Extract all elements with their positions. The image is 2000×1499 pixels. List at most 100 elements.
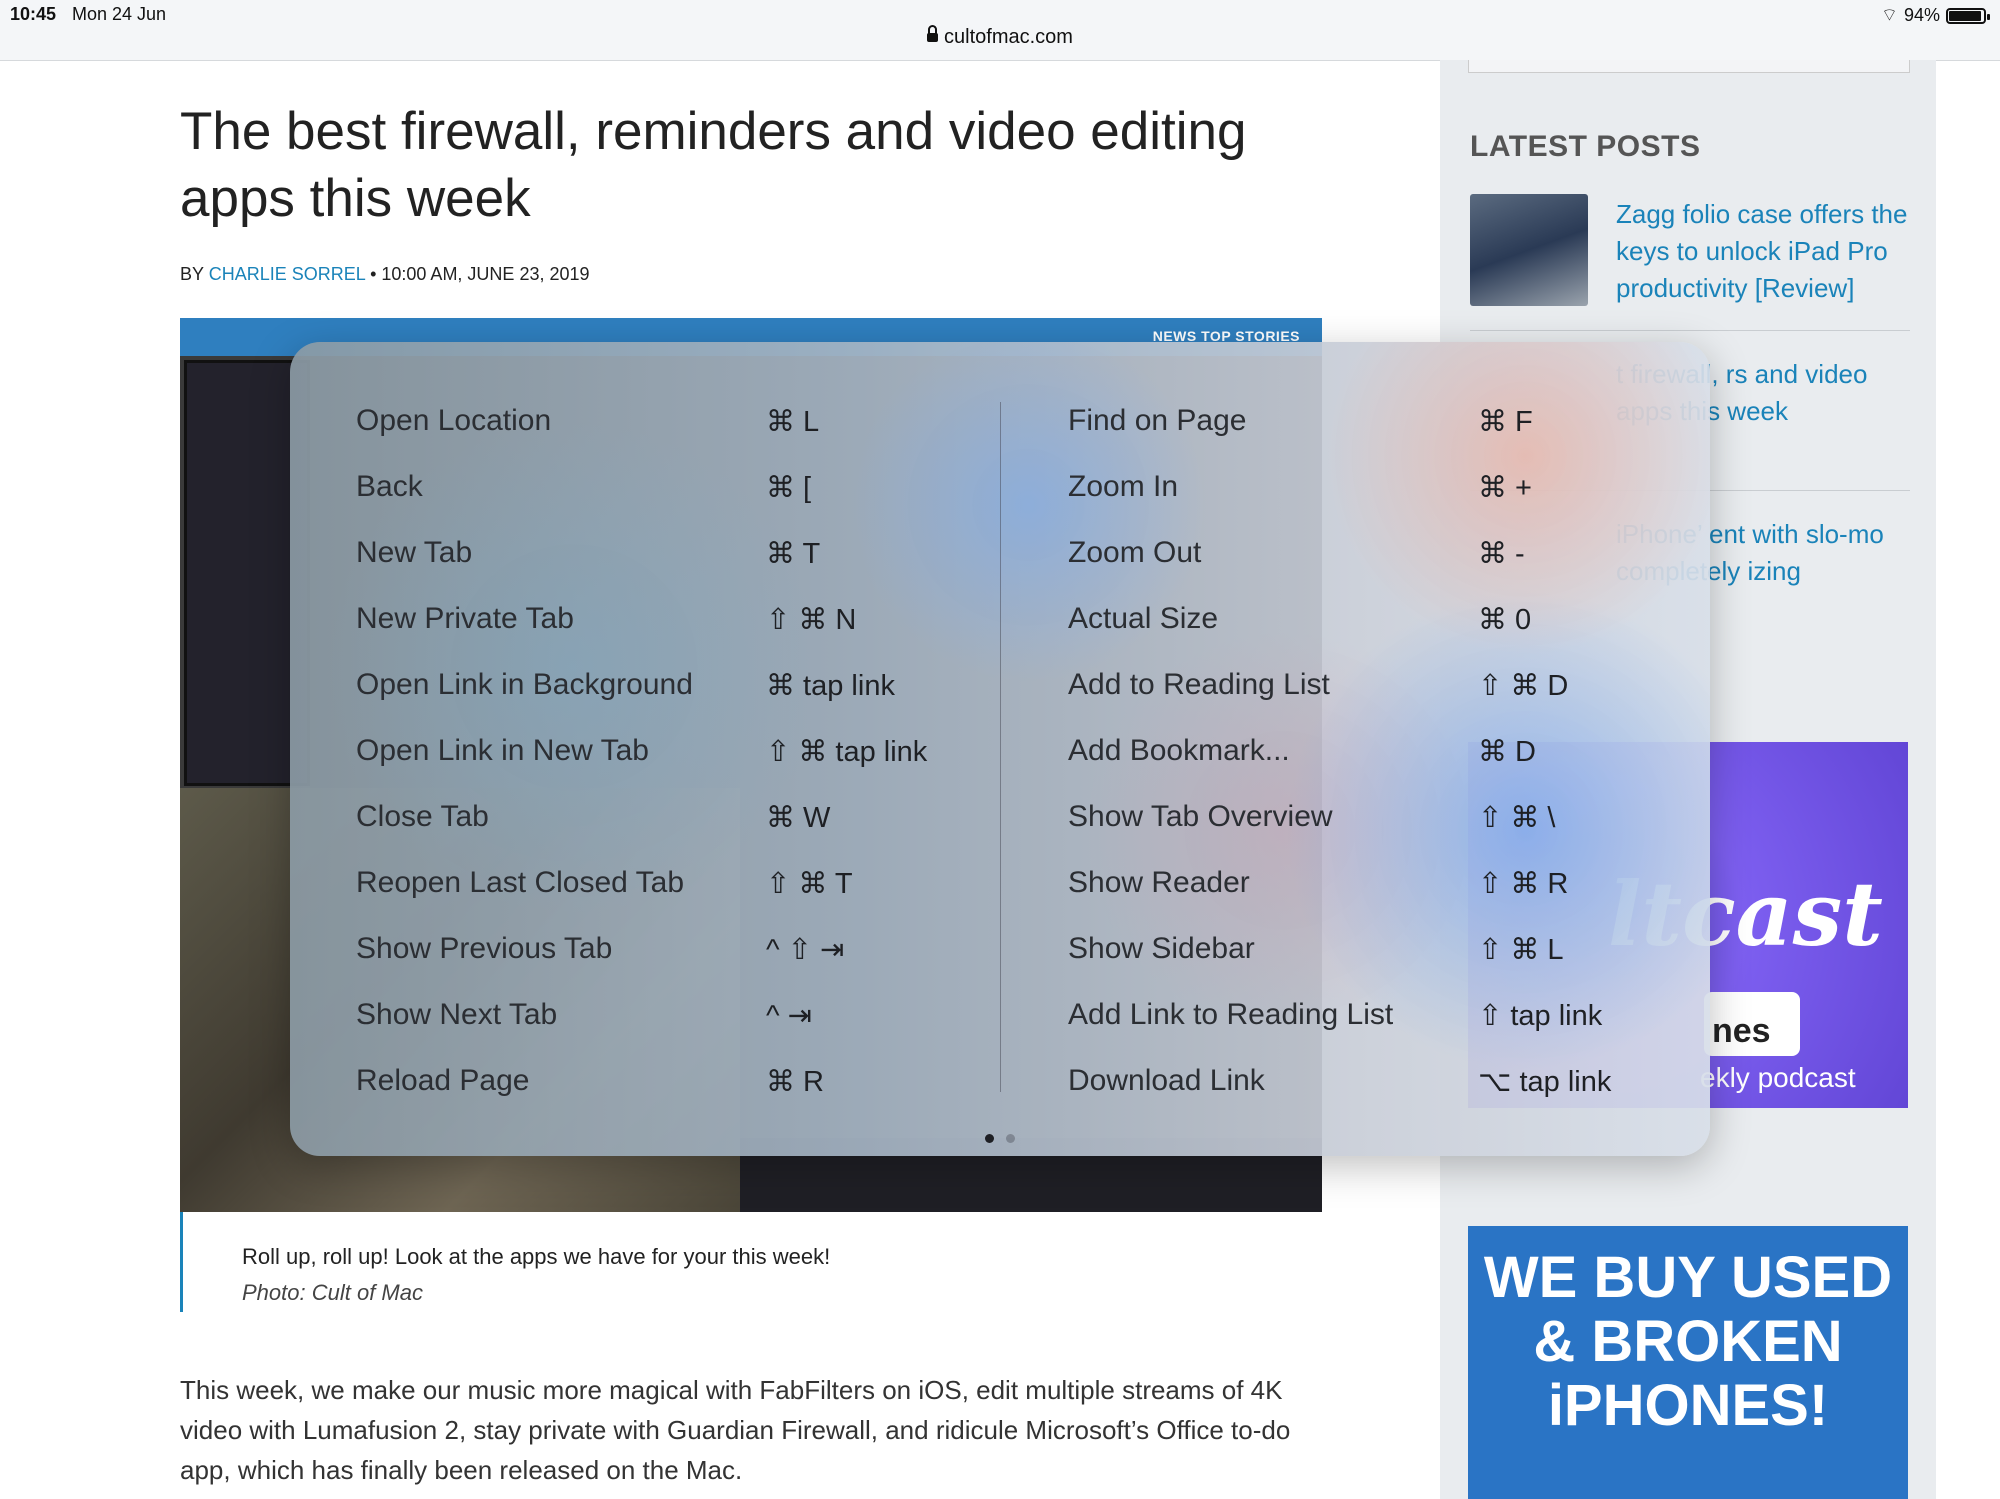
shortcut-label: Add Link to Reading List (1068, 998, 1394, 1031)
shortcut-label: Show Sidebar (1068, 932, 1255, 965)
shortcut-row: Zoom In ⌘ + (1068, 458, 1668, 524)
battery-icon (1946, 7, 1990, 24)
latest-posts-heading: LATEST POSTS (1470, 130, 1701, 163)
shortcut-row: New Private Tab ⇧ ⌘ N (356, 590, 956, 656)
byline-prefix: BY (180, 264, 204, 284)
shortcut-keys: ⌘ F (1478, 406, 1533, 438)
byline: BY CHARLIE SORREL • 10:00 AM, JUNE 23, 2… (180, 264, 590, 285)
page-dot[interactable] (985, 1134, 994, 1143)
shortcut-label: Open Location (356, 404, 552, 437)
shortcut-keys: ⇧ ⌘ R (1478, 868, 1569, 900)
shortcut-label: Find on Page (1068, 404, 1247, 437)
battery-percent: 94% (1903, 5, 1940, 25)
shortcut-keys: ⌘ R (766, 1066, 824, 1098)
wifi-icon: ⌔ (1881, 5, 1898, 25)
shortcut-row: Actual Size ⌘ 0 (1068, 590, 1668, 656)
byline-date: • 10:00 AM, JUNE 23, 2019 (365, 264, 590, 284)
shortcut-row: Download Link ⌥ tap link (1068, 1052, 1668, 1118)
address-bar[interactable]: cultofmac.com (0, 25, 2000, 49)
shortcut-label: Open Link in Background (356, 668, 693, 701)
post-title[interactable]: Zagg folio case offers the keys to unloc… (1616, 196, 1916, 307)
buy-iphones-ad-text: WE BUY USED & BROKEN iPHONES! (1483, 1245, 1893, 1438)
post-thumbnail[interactable] (1470, 194, 1588, 306)
shortcut-keys: ⇧ tap link (1478, 1000, 1603, 1032)
podcast-ad-subtitle: ekly podcast (1700, 1062, 1856, 1093)
page-dot[interactable] (1006, 1134, 1015, 1143)
shortcut-label: Zoom Out (1068, 536, 1202, 569)
shortcut-keys: ^ ⇥ (766, 1000, 812, 1032)
shortcut-label: Back (356, 470, 423, 503)
battery-fill (1949, 10, 1981, 21)
shortcut-keys: ⇧ ⌘ T (766, 868, 853, 900)
shortcut-row: Show Sidebar ⇧ ⌘ L (1068, 920, 1668, 986)
shortcut-label: Show Tab Overview (1068, 800, 1333, 833)
status-bar: 10:45 Mon 24 Jun ⌔ 94% cultofmac.com (0, 0, 2000, 61)
shortcut-label: New Tab (356, 536, 473, 569)
keyboard-shortcuts-overlay: Open Location ⌘ L Back ⌘ [ New Tab ⌘ T New … (290, 342, 1710, 1156)
shortcut-label: Open Link in New Tab (356, 734, 649, 767)
shortcut-row: Open Link in Background ⌘ tap link (356, 656, 956, 722)
shortcut-label: Download Link (1068, 1064, 1265, 1097)
photo-credit: Photo: Cult of Mac (242, 1280, 423, 1305)
sidebar-post[interactable]: Zagg folio case offers the keys to unloc… (1470, 190, 1910, 331)
shortcut-keys: ^ ⇧ ⇥ (766, 934, 845, 966)
shortcut-keys: ⌥ tap link (1478, 1066, 1612, 1098)
caption-bar (180, 1212, 183, 1312)
shortcut-keys: ⌘ - (1478, 538, 1525, 570)
shortcut-row: Reopen Last Closed Tab ⇧ ⌘ T (356, 854, 956, 920)
shortcut-keys: ⌘ L (766, 406, 820, 438)
article-title: The best firewall, reminders and video e… (180, 102, 1247, 228)
shortcut-label: Reopen Last Closed Tab (356, 866, 685, 899)
buy-iphones-ad[interactable]: WE BUY USED & BROKEN iPHONES! (1468, 1226, 1908, 1499)
shortcut-row: Show Tab Overview ⇧ ⌘ \ (1068, 788, 1668, 854)
status-indicators: ⌔ 94% (1881, 4, 1990, 27)
url-text: cultofmac.com (944, 26, 1073, 48)
shortcut-row: Show Reader ⇧ ⌘ R (1068, 854, 1668, 920)
shortcut-label: Reload Page (356, 1064, 530, 1097)
shortcut-row: Reload Page ⌘ R (356, 1052, 956, 1118)
shortcut-row: Add Bookmark... ⌘ D (1068, 722, 1668, 788)
shortcut-keys: ⌘ W (766, 802, 831, 834)
shortcut-row: Show Previous Tab ^ ⇧ ⇥ (356, 920, 956, 986)
shortcut-label: New Private Tab (356, 602, 574, 635)
shortcuts-column-right: Find on Page ⌘ F Zoom In ⌘ + Zoom Out ⌘ - A… (1068, 392, 1668, 1118)
shortcut-row: Close Tab ⌘ W (356, 788, 956, 854)
shortcut-keys: ⌘ T (766, 538, 821, 570)
lock-icon (927, 25, 939, 42)
shortcut-row: Back ⌘ [ (356, 458, 956, 524)
shortcut-row: Open Location ⌘ L (356, 392, 956, 458)
shortcut-row: New Tab ⌘ T (356, 524, 956, 590)
itunes-badge-text: nes (1712, 1012, 1771, 1050)
shortcut-keys: ⌘ D (1478, 736, 1536, 768)
itunes-badge: nes (1704, 992, 1800, 1056)
shortcut-label: Add Bookmark... (1068, 734, 1290, 767)
shortcut-label: Actual Size (1068, 602, 1219, 635)
shortcut-label: Show Next Tab (356, 998, 558, 1031)
shortcut-keys: ⇧ ⌘ L (1478, 934, 1564, 966)
shortcut-row: Open Link in New Tab ⇧ ⌘ tap link (356, 722, 956, 788)
shortcut-row: Add to Reading List ⇧ ⌘ D (1068, 656, 1668, 722)
shortcut-label: Add to Reading List (1068, 668, 1330, 701)
shortcut-keys: ⌘ tap link (766, 670, 895, 702)
shortcut-row: Find on Page ⌘ F (1068, 392, 1668, 458)
shortcut-label: Zoom In (1068, 470, 1179, 503)
column-divider (1000, 402, 1001, 1092)
status-time: 10:45 (10, 4, 57, 24)
shortcut-keys: ⌘ 0 (1478, 604, 1532, 636)
shortcut-keys: ⇧ ⌘ N (766, 604, 857, 636)
status-date: Mon 24 Jun (72, 4, 167, 24)
shortcut-label: Show Previous Tab (356, 932, 613, 965)
sidebar-search-box (1468, 60, 1910, 73)
shortcut-row: Show Next Tab ^ ⇥ (356, 986, 956, 1052)
shortcut-row: Zoom Out ⌘ - (1068, 524, 1668, 590)
shortcut-label: Show Reader (1068, 866, 1250, 899)
shortcut-keys: ⇧ ⌘ tap link (766, 736, 928, 768)
article-body: This week, we make our music more magica… (180, 1375, 1291, 1485)
shortcut-keys: ⌘ [ (766, 472, 812, 504)
shortcut-keys: ⇧ ⌘ \ (1478, 802, 1556, 834)
author-link[interactable]: CHARLIE SORREL (209, 264, 365, 284)
page-indicator[interactable] (985, 1134, 1015, 1143)
image-caption: Roll up, roll up! Look at the apps we ha… (242, 1244, 831, 1269)
shortcut-row: Add Link to Reading List ⇧ tap link (1068, 986, 1668, 1052)
shortcut-label: Close Tab (356, 800, 489, 833)
